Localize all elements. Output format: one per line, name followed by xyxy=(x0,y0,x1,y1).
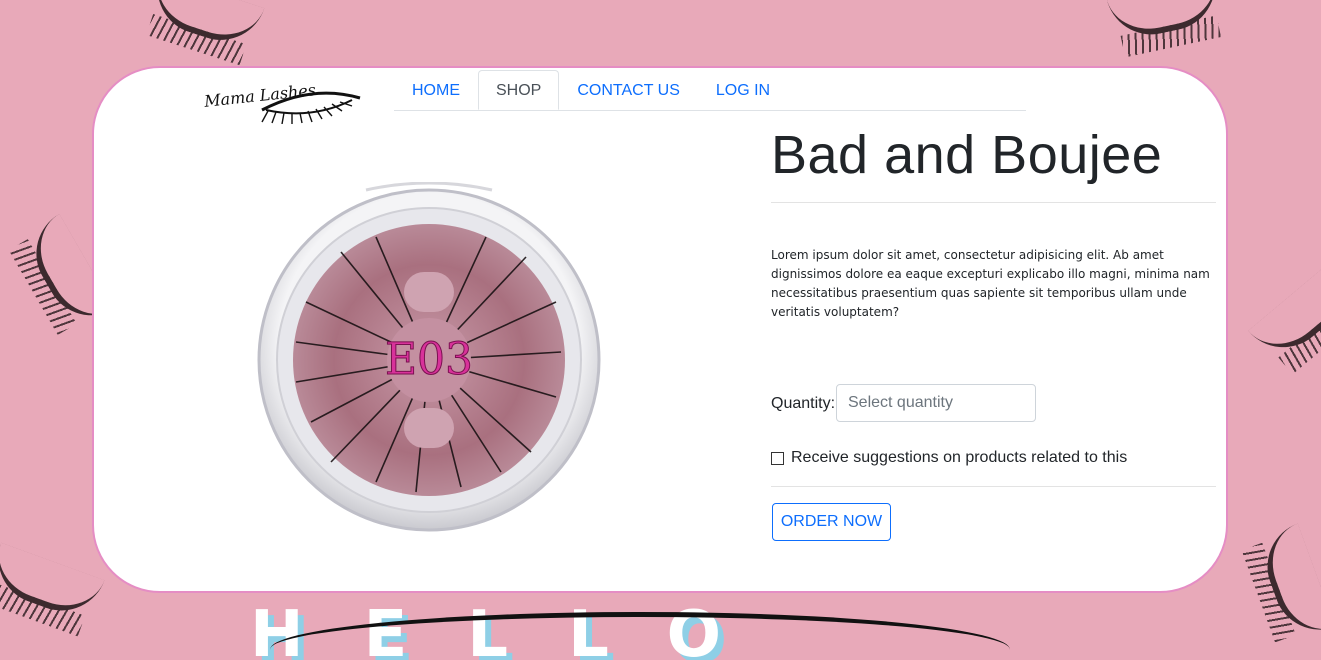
product-card: Mama Lashes HOME SHOP CONTACT US LOG IN xyxy=(92,66,1228,593)
order-now-button[interactable]: ORDER NOW xyxy=(772,503,891,541)
suggestions-checkbox-row[interactable]: Receive suggestions on products related … xyxy=(771,449,1127,467)
quantity-label: Quantity: xyxy=(771,395,836,412)
eyelash-decoration xyxy=(1248,260,1321,366)
tab-home[interactable]: HOME xyxy=(394,70,478,110)
eyelash-decoration xyxy=(1254,523,1321,643)
title-divider xyxy=(771,202,1216,203)
tab-contact-us[interactable]: CONTACT US xyxy=(559,70,698,110)
quantity-input[interactable] xyxy=(836,384,1036,422)
suggestions-checkbox[interactable] xyxy=(771,451,784,465)
eyelash-decoration xyxy=(1106,0,1224,43)
tab-shop[interactable]: SHOP xyxy=(478,70,560,110)
tab-log-in[interactable]: LOG IN xyxy=(698,70,788,110)
product-description: Lorem ipsum dolor sit amet, consectetur … xyxy=(771,248,1210,319)
product-image-label: E03 xyxy=(385,334,473,385)
eyelash-decoration xyxy=(145,0,265,52)
suggestions-label: Receive suggestions on products related … xyxy=(791,449,1128,466)
product-image: E03 xyxy=(256,181,602,532)
eyelash-decoration xyxy=(0,542,105,624)
nav-tabs: HOME SHOP CONTACT US LOG IN xyxy=(394,70,1026,111)
form-divider xyxy=(771,486,1216,487)
brand-logo[interactable]: Mama Lashes xyxy=(202,80,362,124)
product-title: Bad and Boujee xyxy=(771,125,1163,185)
